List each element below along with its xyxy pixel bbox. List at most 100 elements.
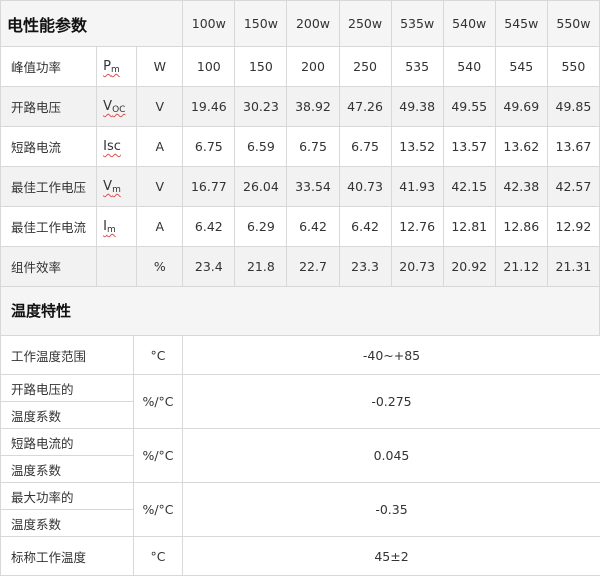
param-value: 6.75 <box>286 126 340 167</box>
param-value: 38.92 <box>286 86 340 127</box>
temp-param-value: 0.045 <box>182 428 600 483</box>
param-symbol: VOC <box>96 86 138 127</box>
temp-row: 开路电压的 %/°C -0.275 <box>0 374 600 429</box>
param-value: 13.52 <box>390 126 444 167</box>
param-value: 21.12 <box>494 246 548 287</box>
param-value: 23.4 <box>182 246 236 287</box>
param-value: 42.57 <box>546 166 600 207</box>
param-value: 49.85 <box>546 86 600 127</box>
temp-param-name: 标称工作温度 <box>0 536 134 576</box>
param-name: 短路电流 <box>0 126 98 167</box>
param-value: 550 <box>546 46 600 87</box>
param-value: 200 <box>286 46 340 87</box>
temp-param-unit: %/°C <box>133 482 183 537</box>
param-value: 30.23 <box>234 86 288 127</box>
param-row: 短路电流 Isc A 6.75 6.59 6.75 6.75 13.52 13.57 13.62 1… <box>0 126 600 167</box>
param-value: 19.46 <box>182 86 236 127</box>
param-value: 33.54 <box>286 166 340 207</box>
param-row: 开路电压 VOC V 19.46 30.23 38.92 47.26 49.38 49.55 49… <box>0 86 600 127</box>
temp-param-value: 45±2 <box>182 536 600 576</box>
param-symbol: Pm <box>96 46 138 87</box>
param-value: 40.73 <box>338 166 392 207</box>
symbol-sub: m <box>107 225 116 235</box>
param-value: 49.55 <box>442 86 496 127</box>
param-value: 20.73 <box>390 246 444 287</box>
param-symbol: Vm <box>96 166 138 207</box>
param-row: 峰值功率 Pm W 100 150 200 250 535 540 545 550 <box>0 46 600 87</box>
param-value: 6.42 <box>338 206 392 247</box>
param-value: 6.59 <box>234 126 288 167</box>
param-value: 21.8 <box>234 246 288 287</box>
temp-param-name: 工作温度范围 <box>0 335 134 375</box>
param-value: 12.76 <box>390 206 444 247</box>
temp-param-unit: °C <box>133 536 183 576</box>
param-name: 开路电压 <box>0 86 98 127</box>
param-row: 最佳工作电压 Vm V 16.77 26.04 33.54 40.73 41.93 42.15 4… <box>0 166 600 207</box>
param-value: 20.92 <box>442 246 496 287</box>
param-value: 13.67 <box>546 126 600 167</box>
param-symbol: Im <box>96 206 138 247</box>
param-row: 最佳工作电流 Im A 6.42 6.29 6.42 6.42 12.76 12.81 12.86… <box>0 206 600 247</box>
param-unit: V <box>136 86 184 127</box>
temp-param-unit: %/°C <box>133 374 183 429</box>
power-header: 250w <box>338 0 392 47</box>
temperature-section-title: 温度特性 <box>0 287 600 335</box>
param-unit: A <box>136 126 184 167</box>
electrical-params-table: 电性能参数 100w 150w 200w 250w 535w 540w 545w… <box>0 0 600 287</box>
temp-row: 标称工作温度 °C 45±2 <box>0 536 600 576</box>
param-value: 6.42 <box>182 206 236 247</box>
power-header: 545w <box>494 0 548 47</box>
param-symbol <box>96 246 138 287</box>
param-unit: W <box>136 46 184 87</box>
power-header: 100w <box>182 0 236 47</box>
param-value: 22.7 <box>286 246 340 287</box>
power-header: 535w <box>390 0 444 47</box>
temp-param-name: 短路电流的 <box>0 428 134 456</box>
temp-param-value: -40~+85 <box>182 335 600 375</box>
symbol-main: P <box>103 59 111 74</box>
param-symbol: Isc <box>96 126 138 167</box>
param-value: 12.92 <box>546 206 600 247</box>
param-value: 47.26 <box>338 86 392 127</box>
symbol-sub: m <box>111 65 120 75</box>
param-value: 26.04 <box>234 166 288 207</box>
param-value: 49.69 <box>494 86 548 127</box>
param-unit: V <box>136 166 184 207</box>
param-unit: A <box>136 206 184 247</box>
symbol-main: V <box>103 99 113 114</box>
param-value: 49.38 <box>390 86 444 127</box>
param-value: 100 <box>182 46 236 87</box>
power-header: 550w <box>546 0 600 47</box>
param-value: 16.77 <box>182 166 236 207</box>
param-value: 42.15 <box>442 166 496 207</box>
temp-param-unit: %/°C <box>133 428 183 483</box>
param-value: 12.86 <box>494 206 548 247</box>
param-name: 最佳工作电压 <box>0 166 98 207</box>
param-value: 42.38 <box>494 166 548 207</box>
param-value: 41.93 <box>390 166 444 207</box>
temp-row: 短路电流的 %/°C 0.045 <box>0 428 600 483</box>
temp-param-name: 最大功率的 <box>0 482 134 510</box>
temp-row: 最大功率的 %/°C -0.35 <box>0 482 600 537</box>
param-value: 6.42 <box>286 206 340 247</box>
param-value: 6.75 <box>182 126 236 167</box>
param-value: 540 <box>442 46 496 87</box>
symbol-main: Isc <box>103 139 121 154</box>
temp-param-name-line2: 温度系数 <box>0 401 134 429</box>
temperature-params-table: 工作温度范围 °C -40~+85 开路电压的 %/°C -0.275 温度系数 短路电流的%… <box>0 335 600 576</box>
param-value: 12.81 <box>442 206 496 247</box>
electrical-title: 电性能参数 <box>0 0 184 47</box>
param-name: 组件效率 <box>0 246 98 287</box>
power-header: 540w <box>442 0 496 47</box>
param-row: 组件效率% 23.4 21.8 22.7 23.3 20.73 20.92 21.12 21.3… <box>0 246 600 287</box>
temp-param-value: -0.35 <box>182 482 600 537</box>
temp-row: 工作温度范围 °C -40~+85 <box>0 335 600 375</box>
param-value: 6.29 <box>234 206 288 247</box>
power-header: 200w <box>286 0 340 47</box>
param-value: 13.57 <box>442 126 496 167</box>
param-value: 6.75 <box>338 126 392 167</box>
symbol-main: V <box>103 179 113 194</box>
param-value: 545 <box>494 46 548 87</box>
power-header: 150w <box>234 0 288 47</box>
electrical-header-row: 电性能参数 100w 150w 200w 250w 535w 540w 545w… <box>0 0 600 47</box>
